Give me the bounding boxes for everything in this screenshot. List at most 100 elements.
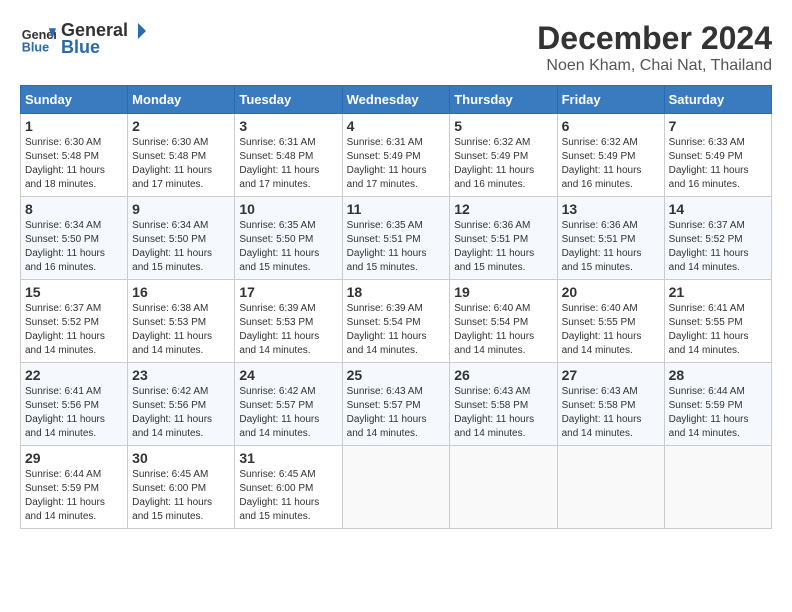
day-number: 22	[25, 367, 123, 383]
day-number: 13	[562, 201, 660, 217]
calendar-week-row: 15 Sunrise: 6:37 AMSunset: 5:52 PMDayligh…	[21, 280, 772, 363]
day-number: 3	[239, 118, 337, 134]
calendar-week-row: 8 Sunrise: 6:34 AMSunset: 5:50 PMDaylight…	[21, 197, 772, 280]
day-info: Sunrise: 6:34 AMSunset: 5:50 PMDaylight:…	[25, 220, 105, 273]
day-number: 24	[239, 367, 337, 383]
day-info: Sunrise: 6:36 AMSunset: 5:51 PMDaylight:…	[454, 220, 534, 273]
table-row: 30Sunrise: 6:45 AMSunset: 6:00 PMDayligh…	[128, 446, 235, 529]
day-number: 4	[347, 118, 446, 134]
table-row: 3 Sunrise: 6:31 AMSunset: 5:48 PMDaylight…	[235, 114, 342, 197]
table-row: 27 Sunrise: 6:43 AMSunset: 5:58 PMDayligh…	[557, 363, 664, 446]
table-row: 9Sunrise: 6:34 AMSunset: 5:50 PMDaylight…	[128, 197, 235, 280]
day-number: 21	[669, 284, 767, 300]
table-row: 25Sunrise: 6:43 AMSunset: 5:57 PMDayligh…	[342, 363, 450, 446]
day-number: 5	[454, 118, 552, 134]
day-number: 26	[454, 367, 552, 383]
table-row: 19 Sunrise: 6:40 AMSunset: 5:54 PMDayligh…	[450, 280, 557, 363]
table-row: 23Sunrise: 6:42 AMSunset: 5:56 PMDayligh…	[128, 363, 235, 446]
table-row: 21Sunrise: 6:41 AMSunset: 5:55 PMDayligh…	[664, 280, 771, 363]
table-row	[342, 446, 450, 529]
table-row: 24 Sunrise: 6:42 AMSunset: 5:57 PMDayligh…	[235, 363, 342, 446]
day-number: 8	[25, 201, 123, 217]
day-info: Sunrise: 6:35 AMSunset: 5:51 PMDaylight:…	[347, 220, 427, 273]
logo: General Blue General Blue	[20, 20, 148, 58]
day-info: Sunrise: 6:31 AMSunset: 5:49 PMDaylight:…	[347, 137, 427, 190]
table-row: 20Sunrise: 6:40 AMSunset: 5:55 PMDayligh…	[557, 280, 664, 363]
table-row: 18Sunrise: 6:39 AMSunset: 5:54 PMDayligh…	[342, 280, 450, 363]
table-row: 4 Sunrise: 6:31 AMSunset: 5:49 PMDaylight…	[342, 114, 450, 197]
table-row: 28 Sunrise: 6:44 AMSunset: 5:59 PMDayligh…	[664, 363, 771, 446]
day-info: Sunrise: 6:32 AMSunset: 5:49 PMDaylight:…	[562, 137, 642, 190]
calendar-header-row: Sunday Monday Tuesday Wednesday Thursday…	[21, 86, 772, 114]
day-number: 31	[239, 450, 337, 466]
calendar-week-row: 22 Sunrise: 6:41 AMSunset: 5:56 PMDayligh…	[21, 363, 772, 446]
day-number: 27	[562, 367, 660, 383]
day-number: 14	[669, 201, 767, 217]
table-row: 22 Sunrise: 6:41 AMSunset: 5:56 PMDayligh…	[21, 363, 128, 446]
col-saturday: Saturday	[664, 86, 771, 114]
table-row: 14 Sunrise: 6:37 AMSunset: 5:52 PMDayligh…	[664, 197, 771, 280]
table-row: 2 Sunrise: 6:30 AMSunset: 5:48 PMDaylight…	[128, 114, 235, 197]
day-info: Sunrise: 6:39 AMSunset: 5:54 PMDaylight:…	[347, 303, 427, 356]
location-title: Noen Kham, Chai Nat, Thailand	[537, 57, 772, 75]
day-info: Sunrise: 6:40 AMSunset: 5:54 PMDaylight:…	[454, 303, 534, 356]
logo-icon: General Blue	[20, 21, 56, 57]
day-info: Sunrise: 6:44 AMSunset: 5:59 PMDaylight:…	[25, 469, 105, 522]
title-section: December 2024 Noen Kham, Chai Nat, Thail…	[537, 20, 772, 75]
table-row: 31 Sunrise: 6:45 AMSunset: 6:00 PMDayligh…	[235, 446, 342, 529]
day-number: 17	[239, 284, 337, 300]
day-info: Sunrise: 6:45 AMSunset: 6:00 PMDaylight:…	[132, 469, 212, 522]
table-row: 16 Sunrise: 6:38 AMSunset: 5:53 PMDayligh…	[128, 280, 235, 363]
month-title: December 2024	[537, 20, 772, 57]
table-row: 15 Sunrise: 6:37 AMSunset: 5:52 PMDayligh…	[21, 280, 128, 363]
day-info: Sunrise: 6:30 AMSunset: 5:48 PMDaylight:…	[25, 137, 105, 190]
day-number: 19	[454, 284, 552, 300]
day-info: Sunrise: 6:31 AMSunset: 5:48 PMDaylight:…	[239, 137, 319, 190]
day-info: Sunrise: 6:44 AMSunset: 5:59 PMDaylight:…	[669, 386, 749, 439]
table-row	[450, 446, 557, 529]
col-monday: Monday	[128, 86, 235, 114]
day-number: 2	[132, 118, 230, 134]
day-info: Sunrise: 6:39 AMSunset: 5:53 PMDaylight:…	[239, 303, 319, 356]
table-row	[664, 446, 771, 529]
calendar-week-row: 29 Sunrise: 6:44 AMSunset: 5:59 PMDayligh…	[21, 446, 772, 529]
day-info: Sunrise: 6:37 AMSunset: 5:52 PMDaylight:…	[669, 220, 749, 273]
day-number: 29	[25, 450, 123, 466]
calendar-week-row: 1Sunrise: 6:30 AMSunset: 5:48 PMDaylight…	[21, 114, 772, 197]
day-info: Sunrise: 6:43 AMSunset: 5:58 PMDaylight:…	[454, 386, 534, 439]
table-row: 5 Sunrise: 6:32 AMSunset: 5:49 PMDaylight…	[450, 114, 557, 197]
day-number: 28	[669, 367, 767, 383]
day-number: 12	[454, 201, 552, 217]
day-number: 23	[132, 367, 230, 383]
calendar-table: Sunday Monday Tuesday Wednesday Thursday…	[20, 85, 772, 529]
day-info: Sunrise: 6:40 AMSunset: 5:55 PMDaylight:…	[562, 303, 642, 356]
day-info: Sunrise: 6:45 AMSunset: 6:00 PMDaylight:…	[239, 469, 319, 522]
day-info: Sunrise: 6:35 AMSunset: 5:50 PMDaylight:…	[239, 220, 319, 273]
day-info: Sunrise: 6:38 AMSunset: 5:53 PMDaylight:…	[132, 303, 212, 356]
day-info: Sunrise: 6:43 AMSunset: 5:58 PMDaylight:…	[562, 386, 642, 439]
table-row: 7Sunrise: 6:33 AMSunset: 5:49 PMDaylight…	[664, 114, 771, 197]
day-info: Sunrise: 6:34 AMSunset: 5:50 PMDaylight:…	[132, 220, 212, 273]
table-row: 17 Sunrise: 6:39 AMSunset: 5:53 PMDayligh…	[235, 280, 342, 363]
day-info: Sunrise: 6:42 AMSunset: 5:57 PMDaylight:…	[239, 386, 319, 439]
day-number: 16	[132, 284, 230, 300]
day-info: Sunrise: 6:32 AMSunset: 5:49 PMDaylight:…	[454, 137, 534, 190]
col-thursday: Thursday	[450, 86, 557, 114]
day-info: Sunrise: 6:41 AMSunset: 5:56 PMDaylight:…	[25, 386, 105, 439]
col-tuesday: Tuesday	[235, 86, 342, 114]
day-number: 10	[239, 201, 337, 217]
table-row: 6Sunrise: 6:32 AMSunset: 5:49 PMDaylight…	[557, 114, 664, 197]
day-number: 25	[347, 367, 446, 383]
day-info: Sunrise: 6:30 AMSunset: 5:48 PMDaylight:…	[132, 137, 212, 190]
svg-text:Blue: Blue	[22, 41, 49, 55]
table-row: 29 Sunrise: 6:44 AMSunset: 5:59 PMDayligh…	[21, 446, 128, 529]
day-info: Sunrise: 6:37 AMSunset: 5:52 PMDaylight:…	[25, 303, 105, 356]
col-sunday: Sunday	[21, 86, 128, 114]
day-number: 15	[25, 284, 123, 300]
col-friday: Friday	[557, 86, 664, 114]
day-number: 7	[669, 118, 767, 134]
table-row: 10 Sunrise: 6:35 AMSunset: 5:50 PMDayligh…	[235, 197, 342, 280]
day-number: 11	[347, 201, 446, 217]
logo-arrow-icon	[128, 21, 148, 41]
table-row: 13Sunrise: 6:36 AMSunset: 5:51 PMDayligh…	[557, 197, 664, 280]
